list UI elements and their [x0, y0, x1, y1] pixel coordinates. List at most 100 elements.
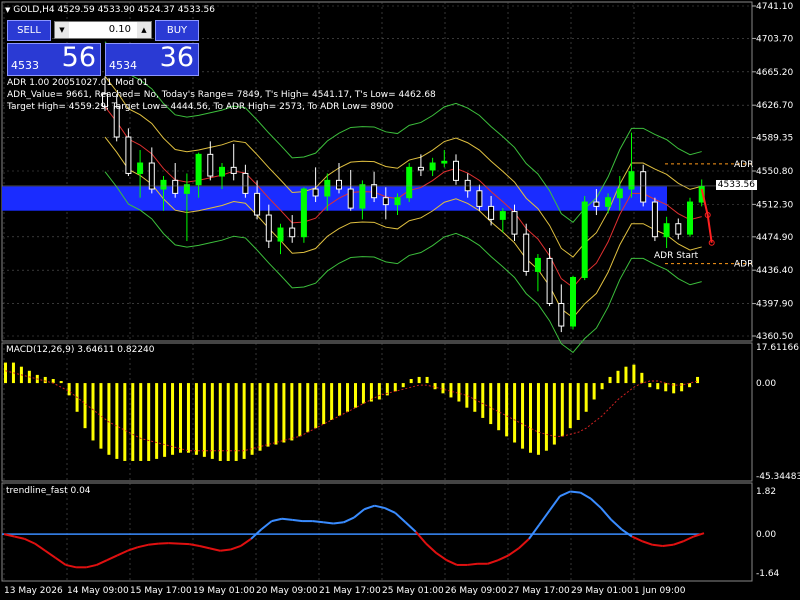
macd-histogram-bar [139, 383, 143, 461]
time-axis-label: 15 May 17:00 [130, 586, 192, 596]
candle-body [312, 188, 319, 197]
candle-body [207, 153, 214, 177]
macd-histogram-bar [600, 383, 604, 390]
price-tick-label: 4589.35 [756, 134, 793, 144]
candle-body [242, 172, 249, 194]
buy-price-button[interactable]: 4534 36 [105, 42, 199, 76]
candle-body [558, 302, 565, 327]
macd-histogram-bar [377, 383, 381, 400]
candle-body [300, 188, 307, 238]
macd-histogram-bar [576, 383, 580, 420]
macd-histogram-bar [314, 383, 318, 429]
time-axis-label: 20 May 09:00 [256, 586, 318, 596]
candle-body [511, 211, 518, 235]
macd-histogram-bar [489, 383, 493, 425]
trendline-segment [333, 521, 344, 525]
candle-body [417, 166, 424, 171]
price-tick-label: 4703.70 [756, 34, 793, 44]
price-tick-label: 4665.20 [756, 68, 793, 78]
candle-body [406, 166, 413, 199]
trendline-segment [281, 517, 293, 521]
trendline-segment [54, 557, 67, 566]
candle-body [429, 162, 436, 171]
trendline-segment [34, 542, 46, 552]
macd-histogram-bar [616, 370, 620, 384]
macd-histogram-bar [409, 378, 413, 384]
candle-body [359, 184, 366, 209]
trendline-segment [312, 520, 324, 524]
trendline-segment [374, 504, 386, 510]
lot-down-icon[interactable]: ▼ [55, 22, 69, 38]
macd-histogram-bar [640, 372, 644, 384]
trendline-segment [590, 497, 602, 509]
sell-price-big: 56 [61, 42, 96, 73]
lot-value[interactable]: 0.10 [109, 22, 131, 38]
macd-histogram-bar [624, 366, 628, 384]
macd-histogram-bar [584, 383, 588, 412]
candle-body [195, 153, 202, 186]
trendline-segment [518, 538, 530, 550]
macd-histogram-bar [282, 383, 286, 443]
macd-scale-bottom: -45.34483 [756, 472, 800, 482]
candle-body [125, 136, 132, 174]
macd-histogram-bar [529, 383, 532, 453]
trendline-scale-zero: 0.00 [756, 530, 776, 540]
trendline-segment [621, 528, 633, 538]
macd-histogram-bar [457, 383, 461, 402]
macd-histogram-bar [521, 383, 525, 449]
candle-body [581, 201, 588, 278]
lot-size-field[interactable]: ▼ 0.10 ▲ [54, 21, 152, 39]
macd-histogram-bar [552, 383, 556, 445]
sell-price-button[interactable]: 4533 56 [7, 42, 101, 76]
macd-histogram-bar [147, 383, 151, 461]
sell-button[interactable]: SELL [7, 20, 51, 41]
candle-body [628, 171, 635, 190]
macd-histogram-bar [4, 362, 7, 384]
candle-body [534, 257, 541, 272]
trendline-segment [127, 546, 139, 552]
trendline-segment [384, 507, 396, 514]
trendline-segment [65, 563, 77, 569]
candle-body [289, 227, 296, 238]
macd-histogram-bar [648, 383, 652, 388]
trendline-segment [662, 543, 674, 547]
trendline-segment [404, 521, 417, 533]
macd-histogram-bar [107, 383, 111, 455]
one-click-trading-panel: SELL ▼ 0.10 ▲ BUY 4533 56 4534 36 [7, 19, 200, 76]
trendline-segment [220, 548, 231, 552]
macd-histogram-bar [123, 383, 127, 461]
candle-body [523, 233, 530, 272]
dropdown-icon[interactable]: ▼ [5, 6, 10, 14]
candle-body [640, 171, 647, 203]
candle-body [570, 276, 576, 327]
macd-scale-zero: 0.00 [756, 379, 776, 389]
candle-body [277, 227, 284, 242]
trendline-label: trendline_fast 0.04 [6, 486, 91, 496]
adr-info-line3: Target High= 4559.29, Target Low= 4444.5… [7, 102, 394, 112]
macd-histogram-bar [680, 383, 684, 392]
trendline-segment [260, 520, 273, 531]
price-tick-label: 4626.70 [756, 101, 793, 111]
time-axis-label: 13 May 2026 [4, 586, 63, 596]
time-axis-label: 29 May 01:00 [571, 586, 633, 596]
candle-body [219, 166, 225, 177]
time-axis-label: 25 May 01:00 [382, 586, 444, 596]
macd-histogram-bar [330, 383, 334, 420]
macd-histogram-bar [632, 364, 636, 384]
trendline-segment [230, 545, 242, 551]
trendline-segment [600, 507, 613, 521]
macd-histogram-bar [43, 376, 47, 384]
trendline-segment [425, 542, 438, 554]
candle-body [336, 179, 342, 190]
macd-histogram-bar [155, 383, 159, 459]
adr-range-band [2, 186, 667, 211]
macd-scale-top: 17.61166 [756, 343, 799, 353]
trendline-segment [24, 537, 36, 545]
lot-up-icon[interactable]: ▲ [137, 22, 151, 38]
buy-price-big: 36 [159, 42, 194, 73]
macd-histogram-bar [290, 383, 294, 441]
buy-button[interactable]: BUY [155, 20, 199, 41]
trendline-segment [86, 563, 97, 569]
candle-body [254, 192, 261, 216]
trendline-segment [271, 517, 283, 523]
